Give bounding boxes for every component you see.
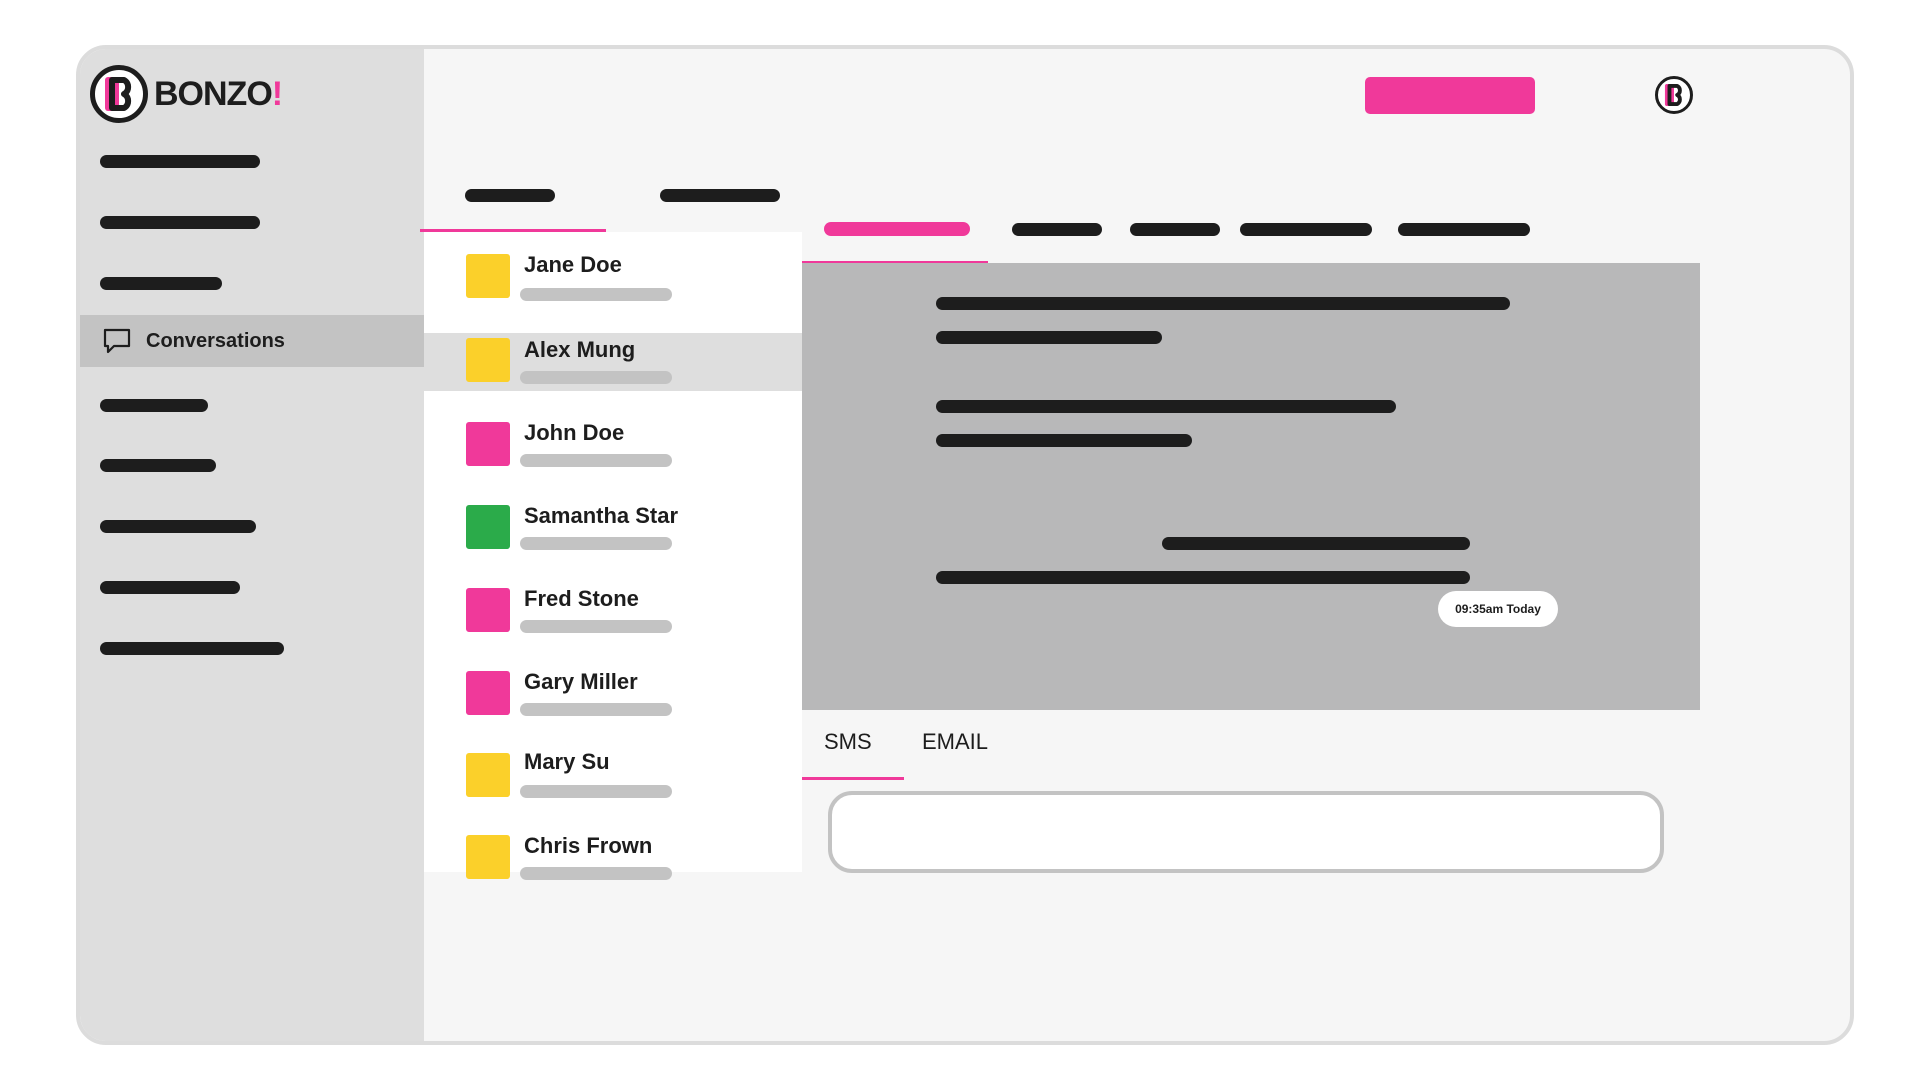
contact-item[interactable]: Fred Stone (424, 582, 802, 640)
contact-preview (520, 620, 672, 633)
contact-name: Jane Doe (524, 252, 622, 277)
sidebar-nav-item[interactable] (100, 459, 216, 472)
contact-name: Gary Miller (524, 669, 638, 694)
conversation-tab[interactable] (1240, 223, 1372, 236)
contact-item[interactable]: Alex Mung (424, 333, 802, 391)
contact-preview (520, 703, 672, 716)
conversation-tab[interactable] (1398, 223, 1530, 236)
contact-avatar (466, 588, 510, 632)
message-input[interactable] (828, 791, 1664, 873)
conversation-tab[interactable] (1012, 223, 1102, 236)
header-action-button[interactable] (1365, 77, 1535, 114)
list-tab-1[interactable] (465, 189, 555, 202)
contact-preview (520, 867, 672, 880)
contact-preview (520, 288, 672, 301)
contact-preview (520, 785, 672, 798)
message-line (1162, 537, 1470, 550)
contact-avatar (466, 254, 510, 298)
contact-avatar (466, 753, 510, 797)
sidebar: BONZO! Conversations (80, 49, 424, 1041)
message-line (936, 331, 1162, 344)
contact-name: Chris Frown (524, 833, 653, 858)
contact-item[interactable]: John Doe (424, 416, 802, 474)
sidebar-nav-item[interactable] (100, 520, 256, 533)
contact-name: Fred Stone (524, 586, 639, 611)
sidebar-nav-item[interactable] (100, 399, 208, 412)
tab-sms[interactable]: SMS (824, 729, 872, 755)
sidebar-item-label: Conversations (146, 329, 285, 352)
contact-name: John Doe (524, 420, 625, 445)
contact-item[interactable]: Mary Su (424, 747, 802, 805)
contact-name: Alex Mung (524, 337, 636, 362)
contact-avatar (466, 671, 510, 715)
contact-avatar (466, 422, 510, 466)
message-line (936, 400, 1396, 413)
bonzo-logo-icon (1664, 84, 1682, 106)
chat-bubble-icon (103, 328, 131, 354)
contact-avatar (466, 835, 510, 879)
contact-name: Samantha Star (524, 503, 679, 528)
contact-preview (520, 371, 672, 384)
bonzo-logo[interactable]: BONZO! (90, 59, 283, 129)
message-line (936, 571, 1470, 584)
contact-item[interactable]: Jane Doe (424, 232, 802, 301)
contact-avatar (466, 505, 510, 549)
message-timestamp: 09:35am Today (1438, 591, 1558, 627)
message-line (936, 297, 1510, 310)
sidebar-nav-item[interactable] (100, 155, 260, 168)
channel-tab-indicator (802, 777, 904, 780)
tab-email[interactable]: EMAIL (922, 729, 988, 755)
sidebar-nav-item[interactable] (100, 642, 284, 655)
sidebar-nav-item[interactable] (100, 216, 260, 229)
message-thread: 09:35am Today (802, 263, 1700, 710)
contact-preview (520, 537, 672, 550)
message-line (936, 434, 1192, 447)
bonzo-logo-icon (90, 65, 148, 123)
user-avatar[interactable] (1655, 76, 1693, 114)
conversation-tab-active[interactable] (824, 222, 970, 236)
conversation-tab[interactable] (1130, 223, 1220, 236)
sidebar-nav-item[interactable] (100, 277, 222, 290)
sidebar-item-conversations[interactable]: Conversations (80, 315, 424, 367)
contact-avatar (466, 338, 510, 382)
sidebar-nav-item[interactable] (100, 581, 240, 594)
contact-preview (520, 454, 672, 467)
contact-list: Jane Doe Alex Mung John Doe Samantha Sta… (424, 232, 802, 880)
contact-item[interactable]: Samantha Star (424, 499, 802, 557)
contact-item[interactable]: Gary Miller (424, 665, 802, 723)
logo-wordmark: BONZO! (154, 74, 283, 113)
contact-name: Mary Su (524, 749, 610, 774)
contact-item[interactable]: Chris Frown (424, 829, 802, 887)
list-tab-2[interactable] (660, 189, 780, 202)
app-window: BONZO! Conversations Jane Doe Alex Mung … (76, 45, 1854, 1045)
